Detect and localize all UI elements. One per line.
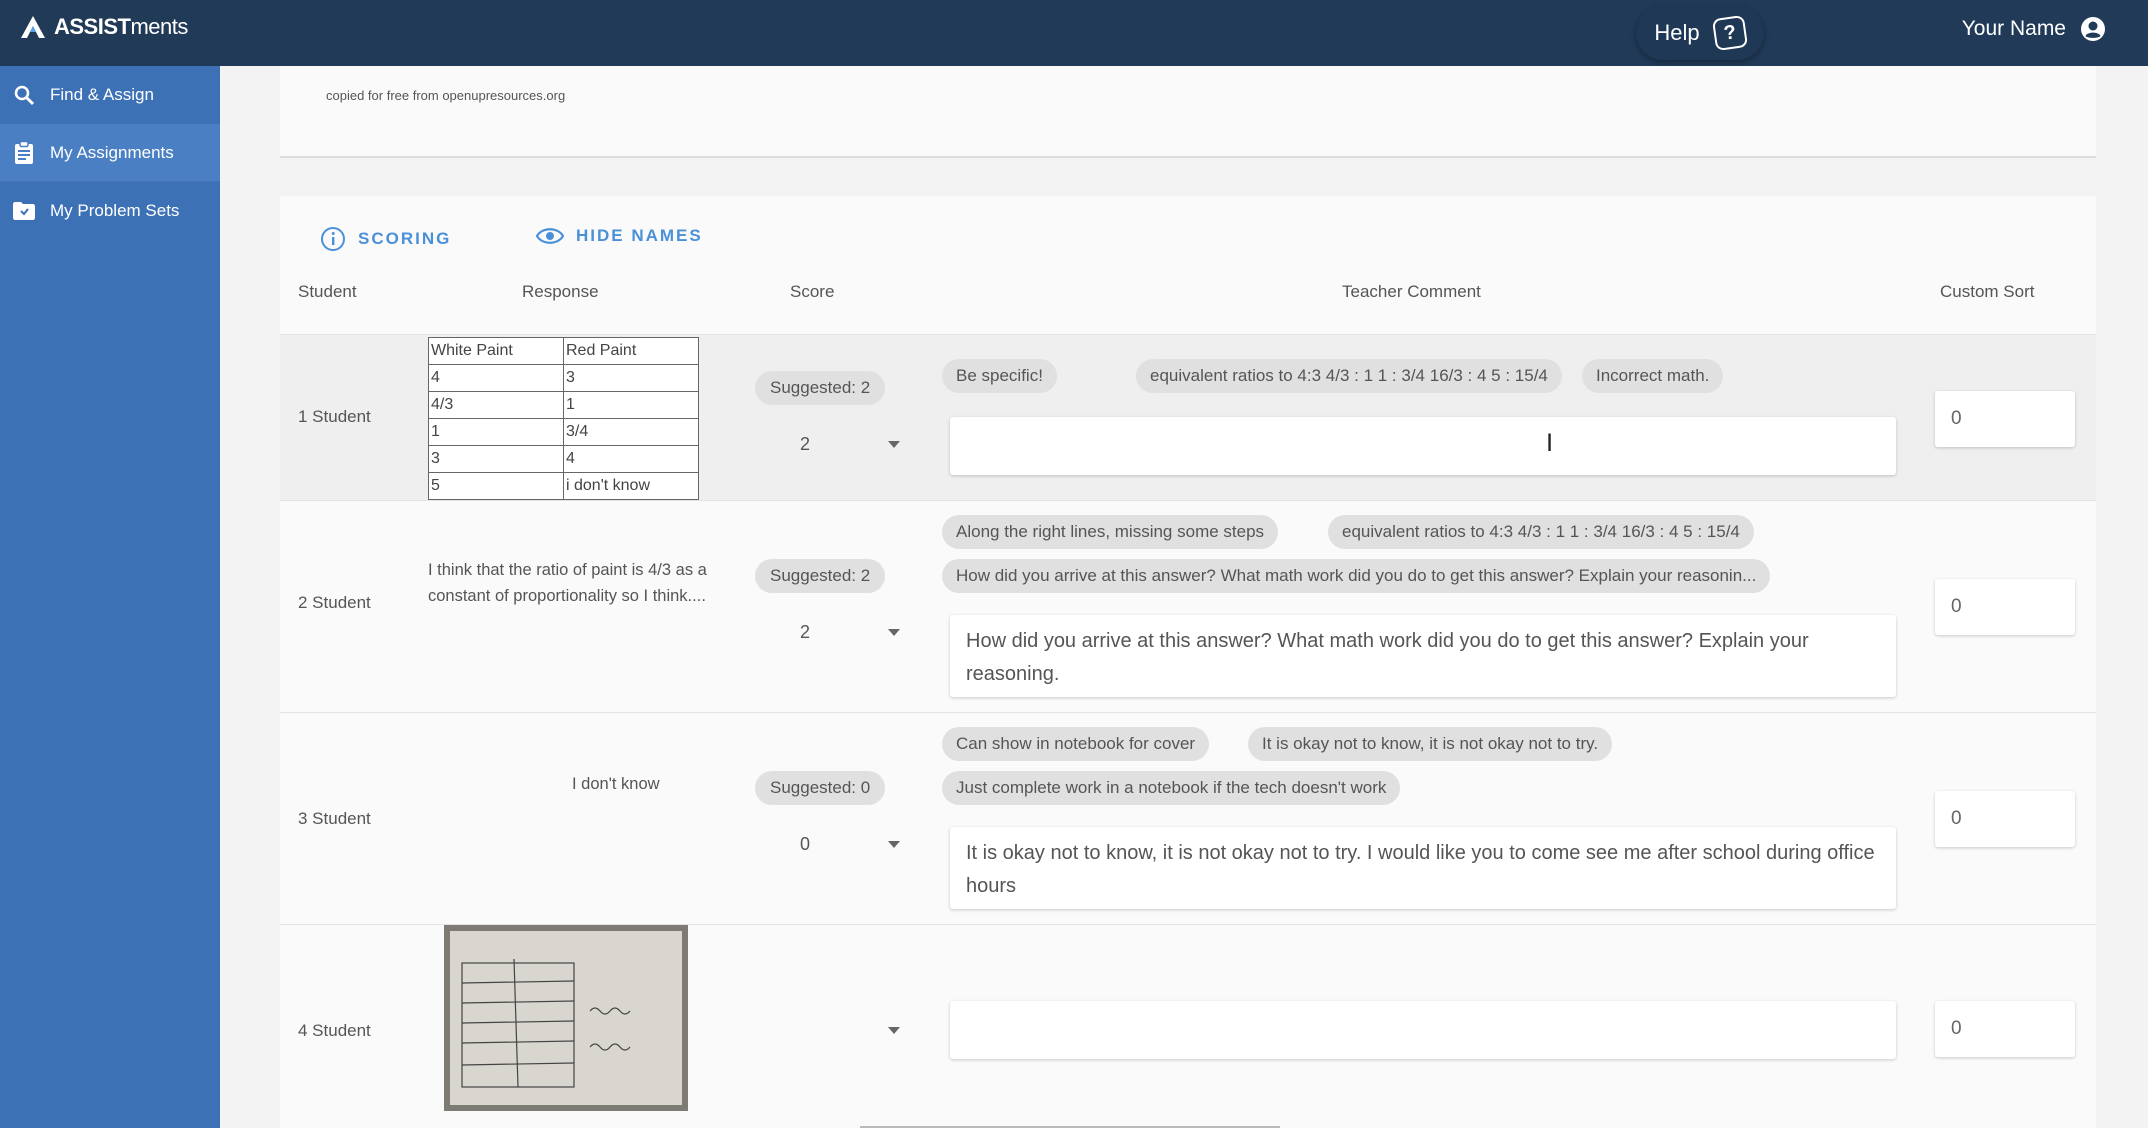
- table-row: 3 Student I don't know Suggested: 0 0 Ca…: [280, 712, 2096, 924]
- comment-chip[interactable]: Along the right lines, missing some step…: [942, 515, 1279, 549]
- problem-card: copied for free from openupresources.org: [280, 66, 2096, 158]
- response-cell: 1: [428, 418, 564, 446]
- student-name: 2 Student: [298, 593, 371, 612]
- handwritten-table-photo: [450, 931, 682, 1105]
- response-cell: 3: [428, 445, 564, 473]
- main-content: copied for free from openupresources.org…: [220, 66, 2148, 1128]
- user-name: Your Name: [1961, 17, 2066, 40]
- scoring-button[interactable]: SCORING: [320, 226, 451, 252]
- score-value: 2: [800, 621, 811, 642]
- score-select[interactable]: 2: [800, 427, 900, 461]
- custom-sort-input[interactable]: 0: [1935, 1001, 2075, 1057]
- response-cell: 3/4: [563, 418, 699, 446]
- response-cell: i don't know: [563, 472, 699, 500]
- response-table: White Paint Red Paint 43 4/3 1 1 3/4 34 5i …: [428, 337, 699, 500]
- response-cell: 4/3: [428, 391, 564, 419]
- response-text: I don't know: [572, 775, 660, 793]
- folder-icon: [12, 199, 36, 223]
- teacher-comment-input[interactable]: It is okay not to know, it is not okay n…: [950, 827, 1896, 909]
- score-value: 2: [800, 433, 811, 454]
- sidebar-item-label: My Problem Sets: [50, 201, 180, 220]
- responses-panel: SCORING HIDE NAMES Student Response Scor…: [280, 196, 2096, 1128]
- chevron-down-icon: [888, 840, 900, 848]
- response-cell: 1: [563, 391, 699, 419]
- user-menu[interactable]: Your Name: [1962, 16, 2106, 42]
- column-header-teacher-comment[interactable]: Teacher Comment: [1342, 282, 1481, 302]
- logo-text-bold: ASSIST: [54, 14, 131, 39]
- hide-names-label: HIDE NAMES: [576, 226, 703, 245]
- teacher-comment-input[interactable]: How did you arrive at this answer? What …: [950, 615, 1896, 697]
- sidebar-item-label: Find & Assign: [50, 85, 154, 104]
- chevron-down-icon: [888, 1026, 900, 1034]
- comment-chip[interactable]: Be specific!: [942, 359, 1057, 393]
- response-text: I think that the ratio of paint is 4/3 a…: [428, 561, 707, 605]
- help-question-icon: ?: [1711, 14, 1748, 52]
- custom-sort-input[interactable]: 0: [1935, 391, 2075, 447]
- response-cell: 3: [563, 364, 699, 392]
- sidebar-item-my-problem-sets[interactable]: My Problem Sets: [0, 182, 220, 240]
- top-bar: ASSIST ments Help ? Your Name: [0, 0, 2148, 66]
- suggested-score-badge[interactable]: Suggested: 2: [755, 559, 886, 593]
- comment-chip[interactable]: equivalent ratios to 4:3 4/3 : 1 1 : 3/4…: [1136, 359, 1562, 393]
- table-row: 1 Student White Paint Red Paint 43 4/3 1 1…: [280, 334, 2096, 500]
- assistments-logo[interactable]: ASSIST ments: [20, 14, 188, 40]
- account-circle-icon: [2081, 17, 2105, 41]
- logo-mark-icon: [21, 16, 45, 38]
- suggested-score-badge[interactable]: Suggested: 0: [755, 771, 886, 805]
- search-icon: [12, 83, 36, 107]
- logo-text-light: ments: [130, 14, 188, 39]
- response-cell: 5: [428, 472, 564, 500]
- response-photo[interactable]: [444, 925, 688, 1111]
- attribution-text: copied for free from openupresources.org: [326, 88, 566, 103]
- custom-sort-input[interactable]: 0: [1935, 579, 2075, 635]
- score-select[interactable]: [800, 1013, 900, 1047]
- clipboard-icon: [12, 141, 36, 165]
- help-button[interactable]: Help ?: [1636, 6, 1764, 60]
- sidebar-item-find-assign[interactable]: Find & Assign: [0, 66, 220, 124]
- comment-chip[interactable]: It is okay not to know, it is not okay n…: [1248, 727, 1613, 761]
- chevron-down-icon: [888, 628, 900, 636]
- teacher-comment-input[interactable]: [950, 1001, 1896, 1059]
- column-header-score[interactable]: Score: [790, 282, 834, 302]
- table-row: 4 Student 0: [280, 924, 2096, 1128]
- column-header-response[interactable]: Response: [522, 282, 599, 302]
- column-header-student[interactable]: Student: [298, 282, 357, 302]
- scoring-label: SCORING: [358, 229, 452, 248]
- eye-icon: [536, 228, 564, 244]
- comment-chip[interactable]: equivalent ratios to 4:3 4/3 : 1 1 : 3/4…: [1328, 515, 1754, 549]
- score-value: 0: [800, 833, 811, 854]
- info-icon: [321, 227, 345, 251]
- comment-chip[interactable]: Just complete work in a notebook if the …: [942, 771, 1401, 805]
- table-row: 2 Student I think that the ratio of pain…: [280, 500, 2096, 712]
- handwritten-sketch: [461, 958, 631, 1088]
- chevron-down-icon: [888, 440, 900, 448]
- teacher-comment-input[interactable]: [950, 417, 1896, 475]
- student-name: 3 Student: [298, 809, 371, 828]
- comment-chip[interactable]: Can show in notebook for cover: [942, 727, 1210, 761]
- student-name: 1 Student: [298, 407, 371, 426]
- sidebar: Find & Assign My Assignments My Problem …: [0, 66, 220, 1128]
- response-cell: Red Paint: [563, 337, 699, 365]
- response-cell: 4: [563, 445, 699, 473]
- comment-chip[interactable]: Incorrect math.: [1582, 359, 1724, 393]
- score-select[interactable]: 2: [800, 615, 900, 649]
- score-select[interactable]: 0: [800, 827, 900, 861]
- response-cell: 4: [428, 364, 564, 392]
- sidebar-item-label: My Assignments: [50, 143, 174, 162]
- sidebar-item-my-assignments[interactable]: My Assignments: [0, 124, 220, 182]
- hide-names-button[interactable]: HIDE NAMES: [536, 226, 703, 246]
- text-cursor-icon: I: [1546, 429, 1554, 457]
- custom-sort-input[interactable]: 0: [1935, 791, 2075, 847]
- suggested-score-badge[interactable]: Suggested: 2: [755, 371, 886, 405]
- student-name: 4 Student: [298, 1021, 371, 1040]
- comment-chip[interactable]: How did you arrive at this answer? What …: [942, 559, 1771, 593]
- column-header-custom-sort[interactable]: Custom Sort: [1940, 282, 2034, 302]
- response-cell: White Paint: [428, 337, 564, 365]
- help-label: Help: [1654, 20, 1700, 45]
